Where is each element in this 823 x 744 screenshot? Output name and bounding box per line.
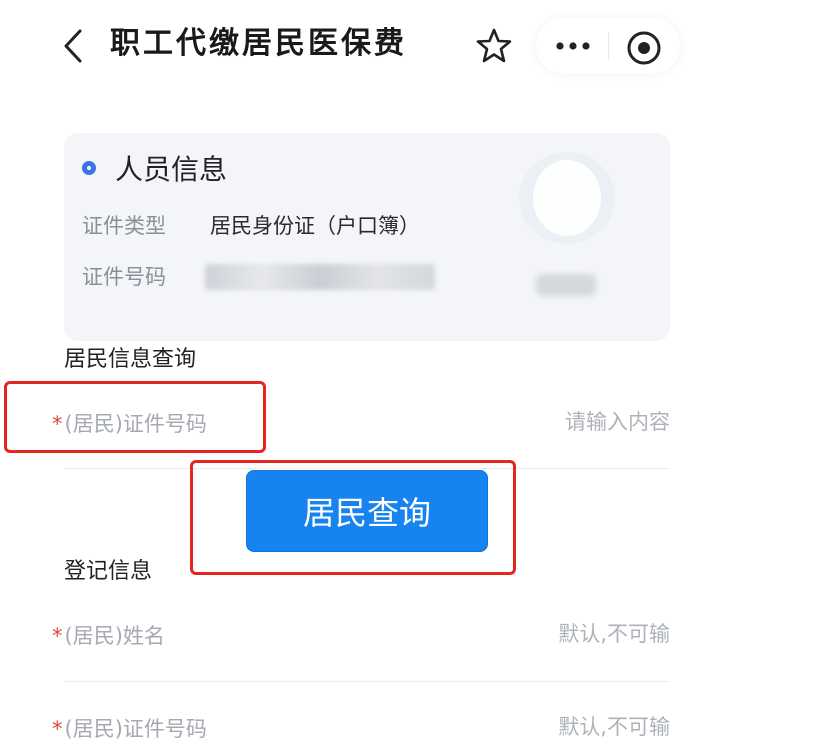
page-title: 职工代缴居民医保费 <box>110 26 407 61</box>
resident-name-field-label: *(居民)姓名 <box>52 621 165 651</box>
more-dots-icon[interactable] <box>552 34 594 58</box>
registration-section-title: 登记信息 <box>64 559 153 584</box>
seal-watermark-icon <box>519 152 615 244</box>
star-icon[interactable] <box>474 26 514 66</box>
required-mark: * <box>52 624 63 648</box>
id-number-label: 证件号码 <box>82 265 166 289</box>
resident-id-input[interactable] <box>410 410 670 434</box>
highlight-box-query-button <box>190 460 516 575</box>
resident-name-input[interactable] <box>410 622 670 646</box>
redacted-badge <box>536 274 596 296</box>
field-label-text: (居民)姓名 <box>64 624 165 648</box>
chevron-left-icon[interactable] <box>58 28 90 64</box>
section-dot-icon <box>82 161 96 175</box>
field-label-text: (居民)证件号码 <box>64 717 207 741</box>
target-icon[interactable] <box>624 28 664 68</box>
registration-id-field-label: *(居民)证件号码 <box>52 714 207 744</box>
resident-query-section-title: 居民信息查询 <box>64 347 197 372</box>
highlight-box-id-field <box>4 381 266 453</box>
capsule-divider <box>608 32 609 60</box>
id-type-label: 证件类型 <box>82 214 166 238</box>
person-info-title: 人员信息 <box>115 153 228 186</box>
id-type-value: 居民身份证（户口簿） <box>210 214 420 238</box>
divider <box>64 681 670 682</box>
id-number-value-redacted <box>205 264 435 290</box>
registration-id-input[interactable] <box>410 715 670 739</box>
required-mark: * <box>52 717 63 741</box>
